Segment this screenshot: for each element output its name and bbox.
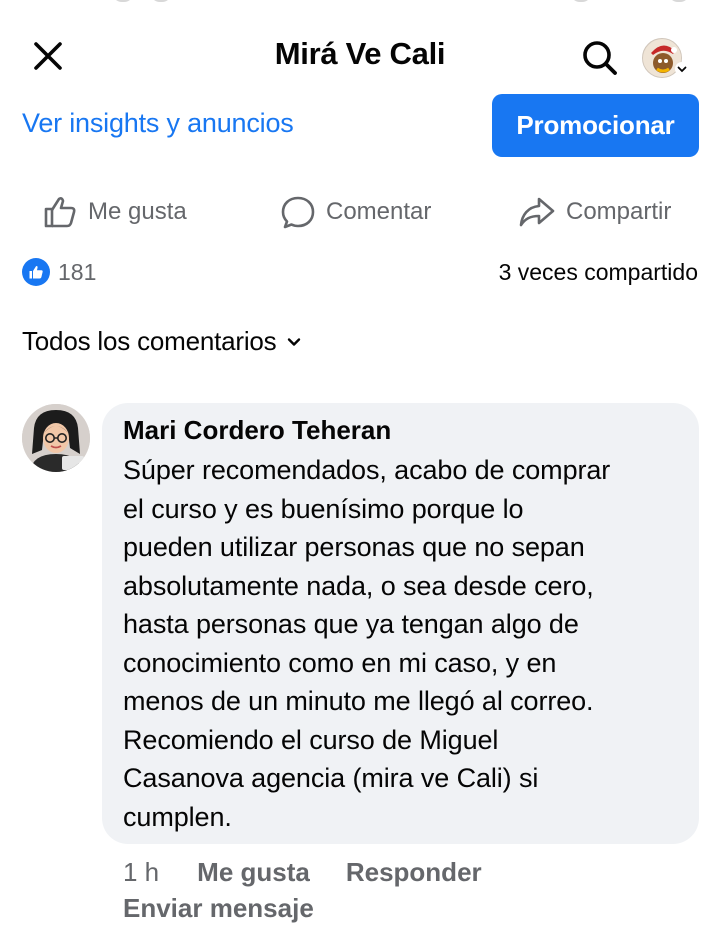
comment-button[interactable]: Comentar [280,190,431,234]
comments-filter-label: Todos los comentarios [22,326,277,356]
search-icon [583,41,617,75]
like-label: Me gusta [88,198,187,225]
close-icon [34,42,62,70]
comment-label: Comentar [326,198,432,225]
post-stats: 181 3 veces compartido [0,258,720,290]
like-button[interactable]: Me gusta [42,190,187,234]
post-actions-bar: Me gusta Comentar Compartir [0,190,720,234]
top-header: Mirá Ve Cali [0,22,720,90]
chevron-down-icon [288,337,301,346]
share-arrow-icon [519,197,555,227]
comment-meta-row: 1 h Me gusta Responder [123,856,482,888]
share-button[interactable]: Compartir [518,190,671,234]
comment-author-name[interactable]: Mari Cordero Teheran [123,415,391,445]
commenter-avatar[interactable] [22,404,90,472]
comment-bubble-icon [281,196,315,229]
comment-timestamp: 1 h [123,856,160,887]
comment-like-button[interactable]: Me gusta [197,857,310,888]
reaction-count: 181 [58,258,97,285]
comment-bubble: Mari Cordero Teheran Súper recomendados,… [102,403,699,844]
chevron-down-icon [675,62,689,76]
shares-count[interactable]: 3 veces compartido [499,259,698,286]
like-reaction-icon [22,258,50,286]
promote-button[interactable]: Promocionar [492,94,699,157]
status-bar-sliver [0,0,720,6]
share-label: Compartir [566,198,672,225]
profile-switcher-button[interactable] [640,34,690,82]
comments-filter-dropdown[interactable]: Todos los comentarios [22,326,302,357]
close-button[interactable] [28,36,68,76]
comment-text: Súper recomendados, acabo de comprar el … [123,455,611,832]
thumbs-up-icon [44,197,76,228]
insights-and-ads-link[interactable]: Ver insights y anuncios [22,108,294,139]
reactions-summary[interactable]: 181 [22,258,96,286]
search-button[interactable] [578,36,622,80]
comment-reply-button[interactable]: Responder [346,857,482,888]
send-message-button[interactable]: Enviar mensaje [123,893,314,924]
